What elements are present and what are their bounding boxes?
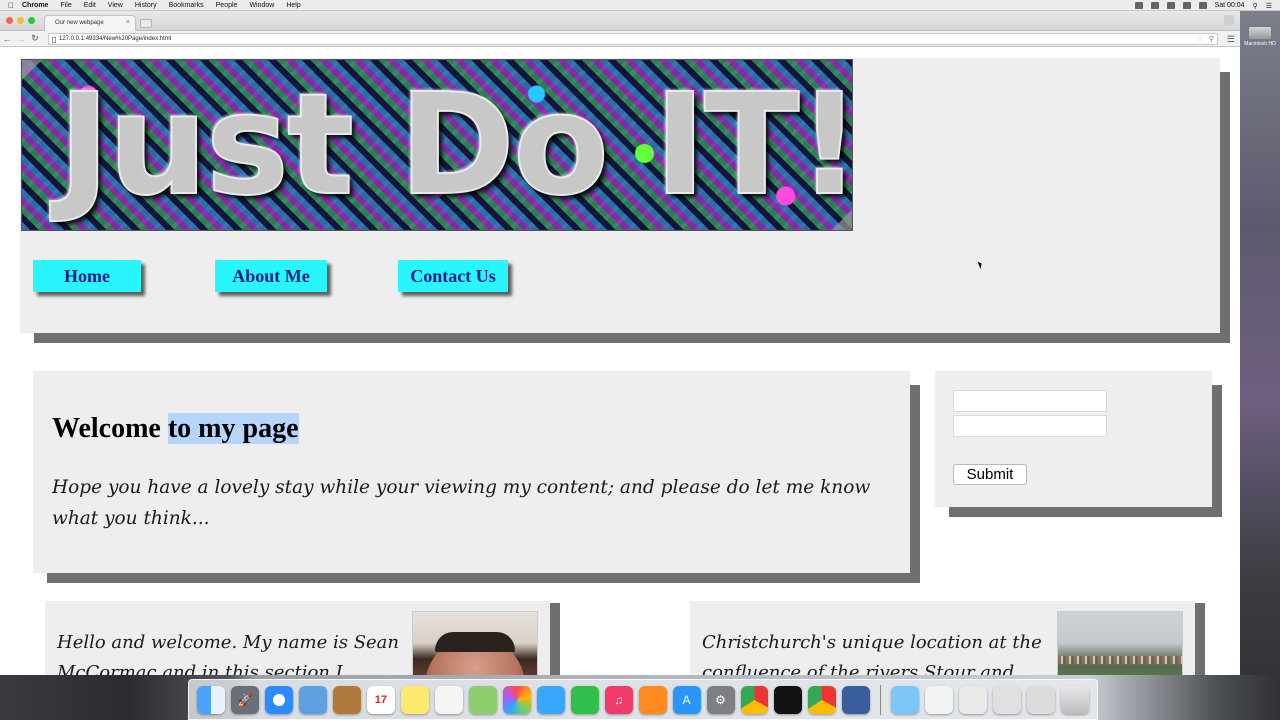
menu-help[interactable]: Help [286,2,300,9]
form-panel: Submit [935,371,1212,507]
menubar-status-area: Sat 00:04 ⚲ ☰ [1134,0,1272,11]
menu-file[interactable]: File [60,2,71,9]
page-viewport: Just Do IT! Home About Me Contact Us Wel… [0,48,1240,675]
welcome-panel: Welcome to my page Hope you have a lovel… [33,371,910,573]
welcome-text: Hope you have a lovely stay while your v… [52,477,871,529]
banner-image: Just Do IT! [21,59,853,231]
apple-menu-icon[interactable]:  [0,1,22,10]
minimize-window-icon[interactable] [17,17,24,24]
reload-icon[interactable]: ↻ [28,33,42,44]
window-controls [6,17,35,24]
facetime-icon[interactable] [570,685,599,714]
contacts-icon[interactable] [332,685,361,714]
desktop-drive-label: Macintosh HD [1244,41,1276,47]
christchurch-photo-rooftops [1058,656,1182,664]
messages-icon[interactable] [536,685,565,714]
page-icon [52,37,56,43]
photos-icon[interactable] [502,685,531,714]
address-bar[interactable]: 127.0.0.1:49334/New%20Page/index.html ☆ … [48,33,1218,45]
notification-center-icon[interactable]: ☰ [1266,2,1272,10]
browser-window: Our new webpage × ← → ↻ 127.0.0.1:49334/… [0,11,1240,675]
dock-separator [880,684,882,715]
welcome-heading-selected: to my page [167,413,299,444]
terminal-icon[interactable] [774,685,803,714]
tab-bar: Our new webpage × [0,11,1240,31]
zoom-window-icon[interactable] [28,17,35,24]
author-photo-hair [435,632,515,652]
system-preferences-icon[interactable]: ⚙ [706,685,735,714]
screenshots-icon[interactable] [993,685,1022,714]
app-store-icon[interactable]: A [672,685,701,714]
folder-icon[interactable] [891,685,920,714]
menu-view[interactable]: View [108,2,123,9]
welcome-heading: Welcome to my page [52,413,299,445]
menu-bookmarks[interactable]: Bookmarks [169,2,204,9]
search-icon[interactable]: ⚲ [1209,35,1214,43]
article-about-author: Hello and welcome. My name is Sean McCor… [45,601,550,675]
preview-icon[interactable] [298,685,327,714]
status-icon-2[interactable] [1150,2,1159,9]
launchpad-icon[interactable]: 🚀 [230,685,259,714]
forward-icon[interactable]: → [14,34,28,44]
form-input-1[interactable] [953,390,1107,412]
nav-home-button[interactable]: Home [33,260,141,292]
bookmark-star-icon[interactable]: ☆ [1197,35,1203,43]
finder-icon[interactable] [197,685,225,714]
menu-edit[interactable]: Edit [84,2,96,9]
back-icon[interactable]: ← [0,34,14,44]
macos-menubar:  Chrome File Edit View History Bookmark… [0,0,1280,11]
dock: 🚀 17 ♫ A ⚙ [188,679,1098,720]
battery-icon[interactable] [1198,2,1207,9]
nav-about-button[interactable]: About Me [215,260,327,292]
maps-icon[interactable] [468,685,497,714]
wifi-icon[interactable] [1166,2,1175,9]
menu-people[interactable]: People [216,2,238,9]
tab-close-icon[interactable]: × [126,19,130,26]
desktop-background: Macintosh HD [1240,11,1280,720]
imovie-icon[interactable] [842,685,871,714]
article-text: Hello and welcome. My name is Sean McCor… [57,632,399,675]
submit-button[interactable]: Submit [953,464,1027,485]
downloads-icon[interactable] [959,685,988,714]
itunes-icon[interactable]: ♫ [604,685,633,714]
menu-history[interactable]: History [135,2,157,9]
ibooks-icon[interactable] [638,685,667,714]
spotlight-icon[interactable]: ⚲ [1253,2,1258,10]
article-christchurch: Christchurch's unique location at the co… [690,601,1195,675]
reminders-icon[interactable] [434,685,463,714]
hard-drive-icon [1249,27,1271,39]
chrome-icon[interactable] [740,685,769,714]
welcome-heading-plain: Welcome [52,413,168,444]
notes-icon[interactable] [400,685,429,714]
stack-icon[interactable] [1027,685,1056,714]
banner-corner-decoration [22,60,42,80]
form-input-2[interactable] [953,415,1107,437]
address-url: 127.0.0.1:49334/New%20Page/index.html [59,36,172,42]
menu-app-name[interactable]: Chrome [22,2,48,9]
new-tab-button[interactable] [140,19,152,28]
browser-toolbar: ← → ↻ 127.0.0.1:49334/New%20Page/index.h… [0,31,1240,47]
tab-title: Our new webpage [55,20,104,26]
banner-corner-decoration [832,210,852,230]
close-window-icon[interactable] [6,17,13,24]
desktop-drive-item[interactable]: Macintosh HD [1242,25,1278,65]
christchurch-photo [1057,611,1183,675]
banner-title: Just Do IT! [57,63,853,228]
author-photo [412,611,538,675]
chrome-menu-icon[interactable]: ☰ [1227,34,1235,45]
article-text: Christchurch's unique location at the co… [702,632,1042,675]
profile-button[interactable] [1224,15,1234,25]
trash-icon[interactable] [1061,685,1090,714]
menubar-clock[interactable]: Sat 00:04 [1215,2,1245,9]
nav-contact-button[interactable]: Contact Us [398,260,508,292]
safari-icon[interactable] [264,685,293,714]
menu-window[interactable]: Window [249,2,274,9]
volume-icon[interactable] [1182,2,1191,9]
documents-icon[interactable] [925,685,954,714]
browser-tab[interactable]: Our new webpage × [44,15,136,31]
status-icon-1[interactable] [1134,2,1143,9]
chrome-canary-icon[interactable] [808,685,837,714]
header-panel: Just Do IT! Home About Me Contact Us [20,58,1220,333]
calendar-icon[interactable]: 17 [366,685,395,714]
